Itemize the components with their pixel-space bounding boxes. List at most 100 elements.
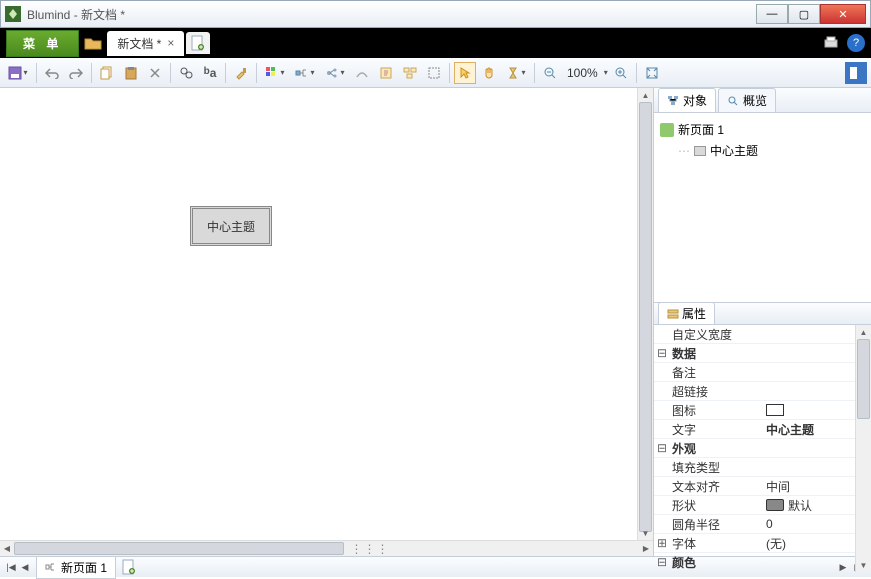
app-icon: [5, 6, 21, 22]
horizontal-scrollbar[interactable]: ◀ ⋮⋮⋮ ▶: [0, 540, 653, 556]
open-folder-icon[interactable]: [81, 33, 105, 53]
scroll-thumb-h[interactable]: [14, 542, 344, 555]
first-page-button[interactable]: |◀: [4, 559, 18, 575]
copy-button[interactable]: [96, 62, 118, 84]
prop-custom-width[interactable]: 自定义宽度: [654, 325, 855, 344]
scroll-thumb[interactable]: [639, 102, 652, 532]
color-palette-button[interactable]: [261, 62, 289, 84]
tab-properties[interactable]: 属性: [658, 302, 715, 324]
link-button[interactable]: [351, 62, 373, 84]
icon-swatch[interactable]: [766, 404, 784, 416]
canvas-area: 中心主题 ▲ ▼ ◀ ⋮⋮⋮ ▶: [0, 88, 653, 556]
prop-group-appearance[interactable]: ⊟外观: [654, 439, 855, 458]
properties-grid[interactable]: 自定义宽度 ⊟数据 备注 超链接 图标 文字中心主题 ⊟外观 填充类型 文本对齐…: [654, 325, 855, 572]
timer-tool[interactable]: [502, 62, 530, 84]
side-panel: 对象 概览 新页面 1 ⋯ 中心主题 属性: [653, 88, 871, 556]
multi-node-button[interactable]: [399, 62, 421, 84]
page-layout-icon: [45, 561, 57, 573]
maximize-button[interactable]: ▢: [788, 4, 820, 24]
help-icon[interactable]: ?: [847, 34, 865, 52]
shape-swatch: [766, 499, 784, 511]
format-brush-button[interactable]: [230, 62, 252, 84]
hand-tool[interactable]: [478, 62, 500, 84]
tree-page-row[interactable]: 新页面 1: [660, 119, 865, 140]
zoom-out-button[interactable]: [539, 62, 561, 84]
zoom-level[interactable]: 100%: [563, 66, 602, 80]
central-topic-node[interactable]: 中心主题: [190, 206, 272, 246]
prop-text[interactable]: 文字中心主题: [654, 420, 855, 439]
menubar: 菜 单 新文档 * × ?: [0, 28, 871, 58]
border-button[interactable]: [423, 62, 445, 84]
prop-group-color[interactable]: ⊟颜色: [654, 553, 855, 572]
properties-panel: 属性 自定义宽度 ⊟数据 备注 超链接 图标 文字中心主题 ⊟外观 填充类型 文…: [654, 303, 871, 572]
scroll-left-icon[interactable]: ◀: [0, 541, 14, 556]
tree-page-label: 新页面 1: [678, 121, 724, 138]
page-tab[interactable]: 新页面 1: [36, 556, 116, 579]
prop-corner[interactable]: 圆角半径0: [654, 515, 855, 534]
scroll-thumb[interactable]: [857, 339, 870, 419]
scroll-right-icon[interactable]: ▶: [639, 541, 653, 556]
close-button[interactable]: ✕: [820, 4, 866, 24]
prop-remark[interactable]: 备注: [654, 363, 855, 382]
next-page-button[interactable]: ▶: [835, 559, 851, 575]
vertical-scrollbar[interactable]: ▲ ▼: [637, 88, 653, 540]
scroll-grip[interactable]: ⋮⋮⋮: [360, 544, 380, 553]
cut-button[interactable]: [144, 62, 166, 84]
toolbar: ba 100% ▾: [0, 58, 871, 88]
page-icon: [660, 123, 674, 137]
minimize-button[interactable]: —: [756, 4, 788, 24]
layout-button[interactable]: [291, 62, 319, 84]
tree-connector-icon: ⋯: [678, 144, 690, 158]
side-panel-tabs: 对象 概览: [654, 88, 871, 113]
prop-icon[interactable]: 图标: [654, 401, 855, 420]
main-menu-button[interactable]: 菜 单: [6, 30, 79, 57]
tree-icon: [667, 95, 679, 107]
add-node-button[interactable]: [321, 62, 349, 84]
pointer-tool[interactable]: [454, 62, 476, 84]
prev-page-button[interactable]: ◀: [18, 559, 32, 575]
new-page-button[interactable]: [120, 558, 138, 576]
workspace: 中心主题 ▲ ▼ ◀ ⋮⋮⋮ ▶ 对象 概览: [0, 88, 871, 556]
prop-shape[interactable]: 形状默认: [654, 496, 855, 515]
document-tab[interactable]: 新文档 * ×: [107, 31, 184, 56]
zoom-in-button[interactable]: [610, 62, 632, 84]
page-tab-label: 新页面 1: [61, 559, 107, 576]
object-tree[interactable]: 新页面 1 ⋯ 中心主题: [654, 113, 871, 303]
tab-object-label: 对象: [683, 92, 707, 109]
panel-toggle-button[interactable]: [845, 62, 867, 84]
tree-node-row[interactable]: ⋯ 中心主题: [660, 140, 865, 161]
tab-properties-label: 属性: [682, 305, 706, 322]
scroll-up-icon[interactable]: ▲: [856, 325, 871, 339]
find-button[interactable]: [175, 62, 197, 84]
scroll-down-icon[interactable]: ▼: [856, 558, 871, 572]
scroll-down-icon[interactable]: ▼: [638, 526, 653, 540]
prop-group-data[interactable]: ⊟数据: [654, 344, 855, 363]
magnifier-icon: [727, 95, 739, 107]
tab-overview-label: 概览: [743, 92, 767, 109]
new-document-tab[interactable]: [186, 32, 210, 54]
titlebar: Blumind - 新文档 * — ▢ ✕: [0, 0, 871, 28]
tab-object[interactable]: 对象: [658, 88, 716, 112]
redo-button[interactable]: [65, 62, 87, 84]
window-title: Blumind - 新文档 *: [27, 6, 756, 23]
properties-icon: [667, 308, 679, 320]
document-tab-label: 新文档 *: [117, 35, 161, 52]
tree-node-label: 中心主题: [710, 142, 758, 159]
close-tab-icon[interactable]: ×: [167, 36, 174, 50]
prop-hyperlink[interactable]: 超链接: [654, 382, 855, 401]
undo-button[interactable]: [41, 62, 63, 84]
fit-screen-button[interactable]: [641, 62, 663, 84]
edit-node-button[interactable]: [375, 62, 397, 84]
tab-overview[interactable]: 概览: [718, 88, 776, 112]
save-button[interactable]: [4, 62, 32, 84]
print-icon[interactable]: [823, 36, 839, 50]
prop-fill-type[interactable]: 填充类型: [654, 458, 855, 477]
paste-button[interactable]: [120, 62, 142, 84]
scroll-up-icon[interactable]: ▲: [638, 88, 653, 102]
prop-text-align[interactable]: 文本对齐中间: [654, 477, 855, 496]
prop-font[interactable]: ⊞字体(无): [654, 534, 855, 553]
canvas[interactable]: 中心主题: [0, 88, 637, 540]
replace-button[interactable]: ba: [199, 62, 221, 84]
node-icon: [694, 146, 706, 156]
properties-scrollbar[interactable]: ▲ ▼: [855, 325, 871, 572]
